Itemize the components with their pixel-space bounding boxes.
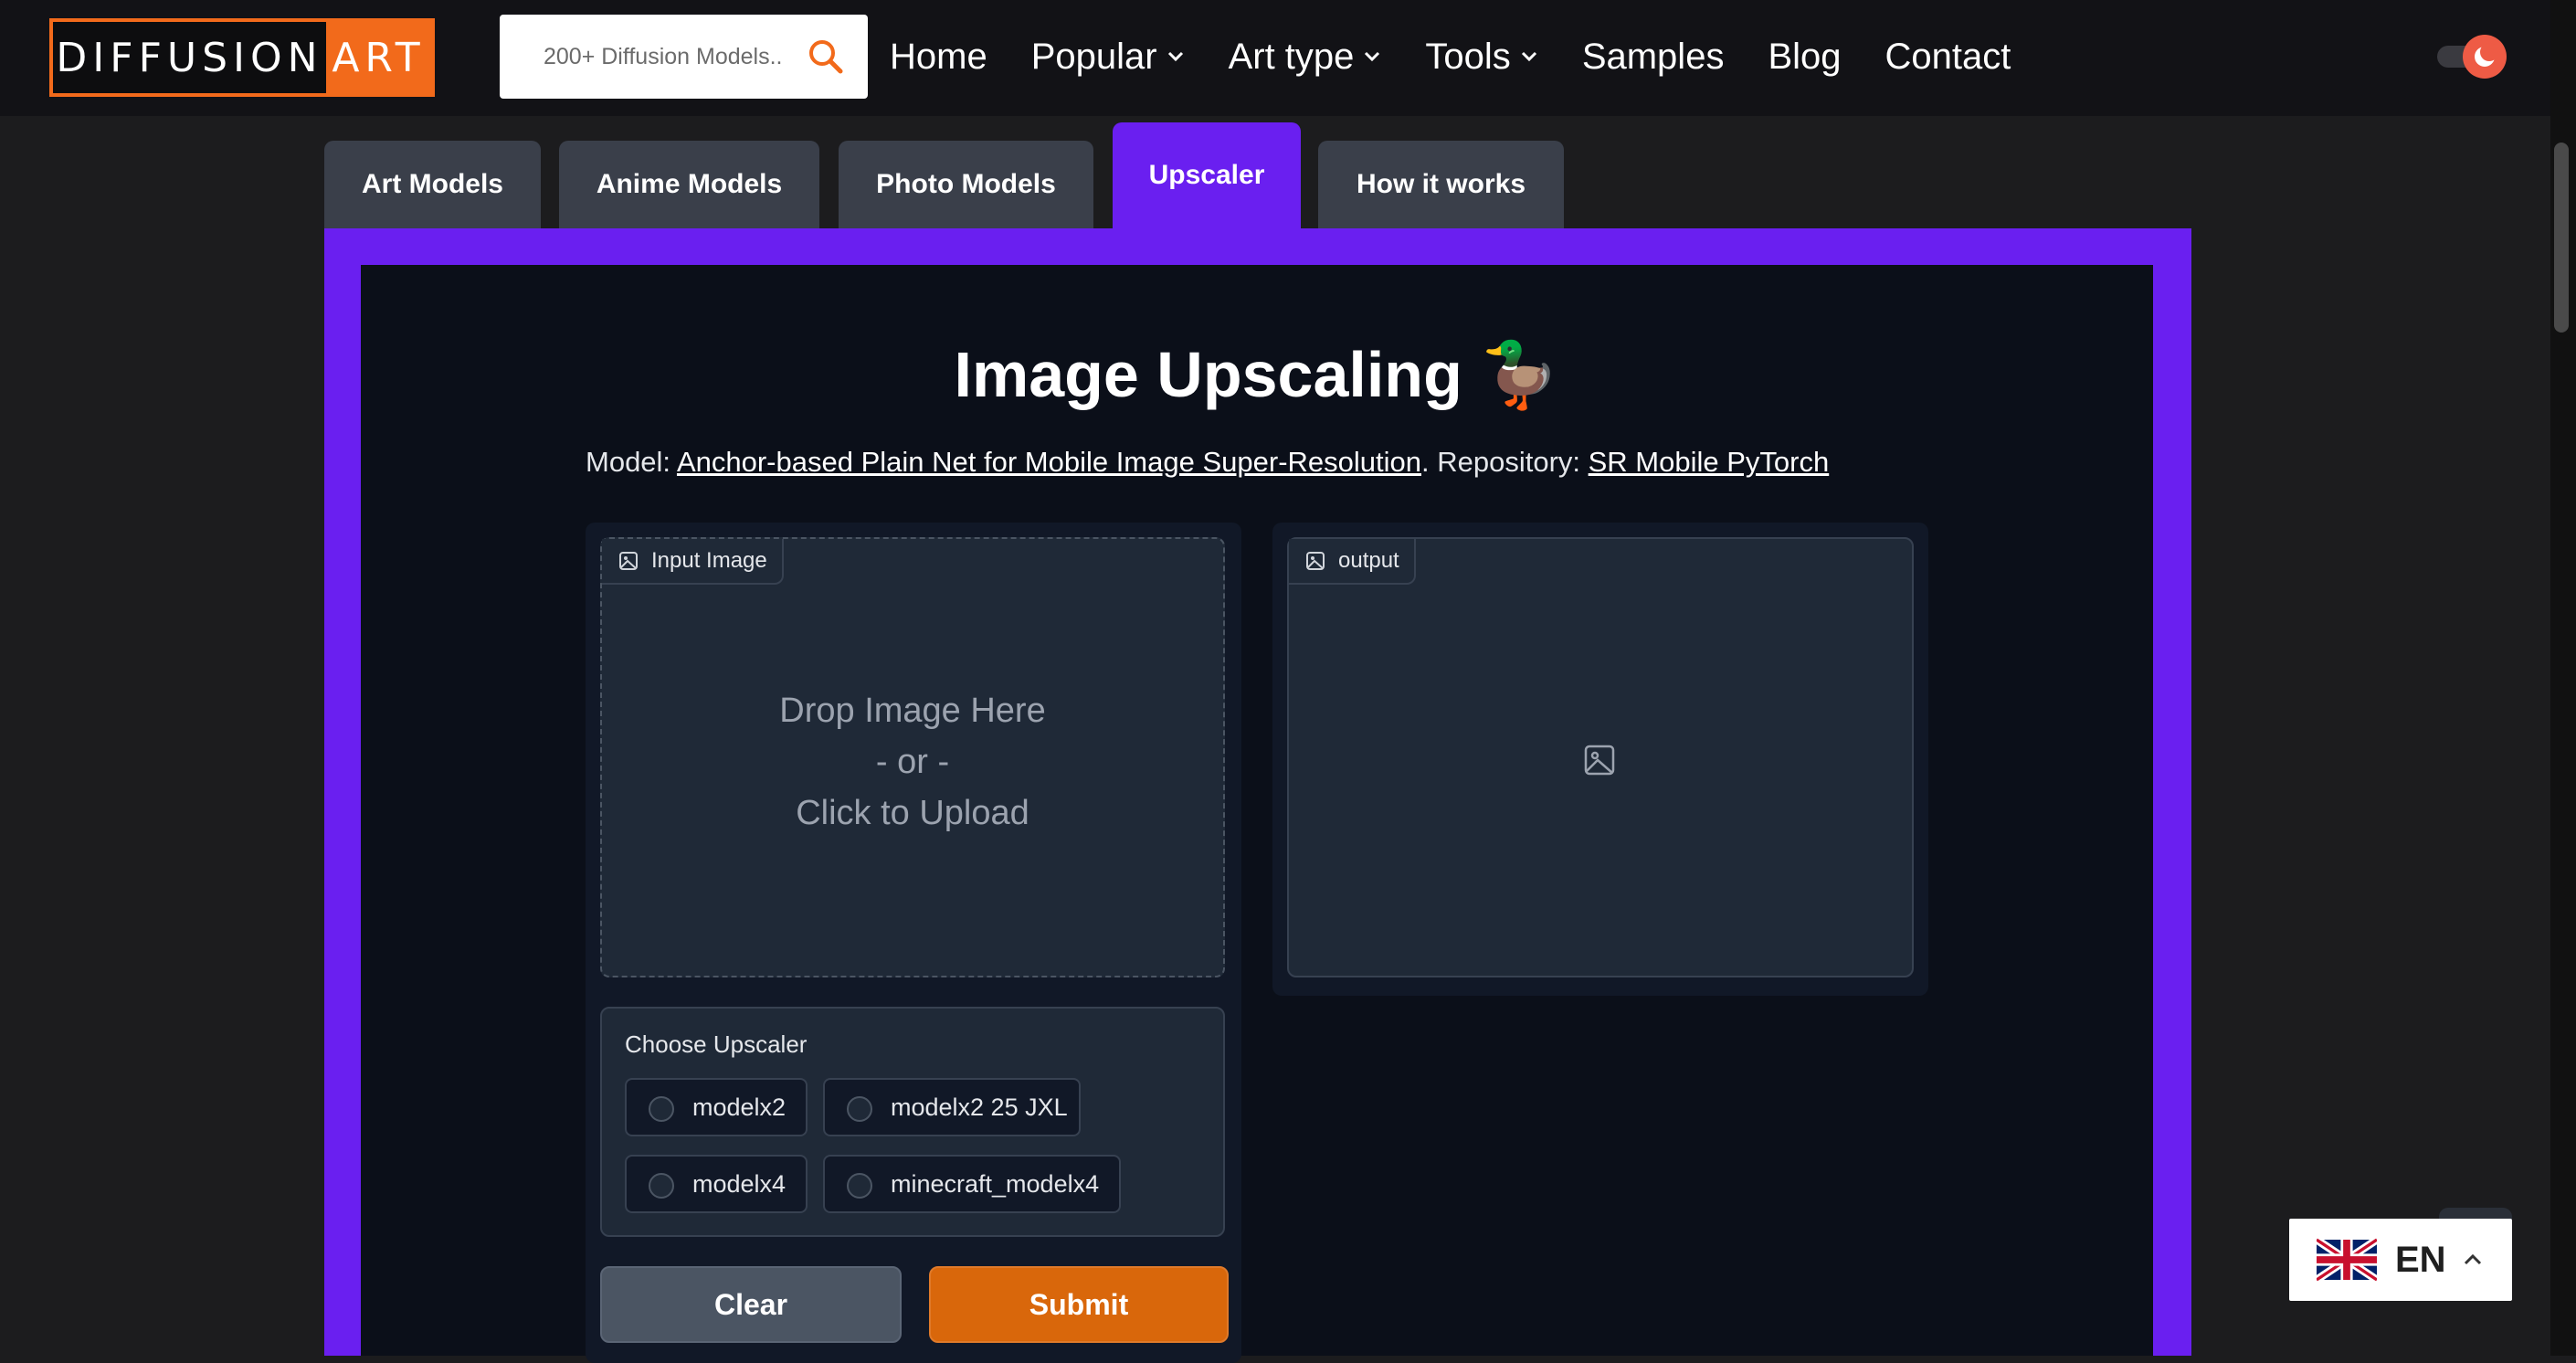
upscaler-app: Image Upscaling 🦆 Model: Anchor-based Pl… xyxy=(361,265,2153,1363)
nav-tools-label: Tools xyxy=(1425,36,1511,77)
nav-samples-label: Samples xyxy=(1581,36,1725,77)
upscaler-frame: Image Upscaling 🦆 Model: Anchor-based Pl… xyxy=(324,228,2191,1363)
repo-prefix: . Repository: xyxy=(1421,446,1589,478)
nav-contact-label: Contact xyxy=(1884,36,2011,77)
radio-modelx2[interactable]: modelx2 xyxy=(625,1078,808,1136)
search-input[interactable] xyxy=(542,28,801,85)
nav-popular[interactable]: Popular xyxy=(1031,37,1185,78)
radio-circle xyxy=(649,1173,674,1199)
dark-mode-toggle[interactable] xyxy=(2437,35,2508,79)
nav-home-label: Home xyxy=(890,36,987,77)
upscaler-title: Choose Upscaler xyxy=(625,1030,808,1058)
site-header: DIFFUSION ART Home Popular Art type Tool… xyxy=(0,0,2550,116)
input-image-label: Input Image xyxy=(602,539,784,585)
input-image-label-text: Input Image xyxy=(651,548,767,573)
chevron-up-icon xyxy=(2464,1253,2481,1265)
nav-blog-label: Blog xyxy=(1768,36,1842,77)
logo-text-left: DIFFUSION xyxy=(56,34,323,81)
radio-modelx2-25-jxl[interactable]: modelx2 25 JXL xyxy=(823,1078,1081,1136)
tab-art-models[interactable]: Art Models xyxy=(324,141,541,228)
submit-button[interactable]: Submit xyxy=(929,1266,1229,1343)
model-info: Model: Anchor-based Plain Net for Mobile… xyxy=(586,446,1829,479)
chevron-down-icon xyxy=(1167,51,1183,62)
nav-art-type[interactable]: Art type xyxy=(1229,37,1382,78)
nav-tools[interactable]: Tools xyxy=(1425,37,1537,78)
language-code: EN xyxy=(2395,1239,2446,1280)
model-link[interactable]: Anchor-based Plain Net for Mobile Image … xyxy=(677,446,1421,478)
nav-popular-label: Popular xyxy=(1030,36,1157,77)
site-logo[interactable]: DIFFUSION ART xyxy=(49,18,435,97)
page-title: Image Upscaling 🦆 xyxy=(954,339,1560,410)
radio-label: minecraft_modelx4 xyxy=(891,1169,1100,1198)
nav-contact[interactable]: Contact xyxy=(1885,37,2011,78)
image-icon xyxy=(619,552,638,570)
main-nav: Home Popular Art type Tools Samples Blog… xyxy=(890,0,2011,113)
upload-prompt: Drop Image Here - or - Click to Upload xyxy=(602,685,1223,839)
nav-blog[interactable]: Blog xyxy=(1768,37,1841,78)
moon-icon xyxy=(2463,35,2507,79)
output-label-text: output xyxy=(1338,548,1399,573)
output-image: output xyxy=(1287,537,1914,977)
upscaler-options: Choose Upscaler modelx2 modelx2 25 JXL m… xyxy=(600,1007,1225,1237)
scrollbar-thumb[interactable] xyxy=(2554,143,2569,333)
model-prefix: Model: xyxy=(586,446,677,478)
chevron-down-icon xyxy=(1521,51,1536,62)
radio-minecraft-modelx4[interactable]: minecraft_modelx4 xyxy=(823,1155,1121,1213)
page-scrollbar[interactable] xyxy=(2550,0,2576,1356)
tab-photo-models[interactable]: Photo Models xyxy=(839,141,1093,228)
tab-upscaler[interactable]: Upscaler xyxy=(1113,122,1301,228)
radio-label: modelx2 xyxy=(692,1093,787,1121)
language-switcher[interactable]: EN xyxy=(2289,1219,2512,1301)
radio-label: modelx4 xyxy=(692,1169,787,1198)
search-box xyxy=(500,15,868,99)
search-icon[interactable] xyxy=(808,38,844,75)
drop-line-3: Click to Upload xyxy=(796,794,1029,832)
radio-circle xyxy=(649,1096,674,1122)
nav-samples[interactable]: Samples xyxy=(1582,37,1725,78)
drop-line-2: - or - xyxy=(875,743,950,781)
radio-circle xyxy=(847,1096,872,1122)
radio-circle xyxy=(847,1173,872,1199)
nav-art-type-label: Art type xyxy=(1228,36,1355,77)
radio-label: modelx2 25 JXL xyxy=(891,1093,1068,1121)
repository-link[interactable]: SR Mobile PyTorch xyxy=(1589,446,1830,478)
tab-how-it-works[interactable]: How it works xyxy=(1318,141,1564,228)
radio-modelx4[interactable]: modelx4 xyxy=(625,1155,808,1213)
drop-line-1: Drop Image Here xyxy=(779,692,1046,730)
logo-text-right: ART xyxy=(326,22,431,93)
tab-anime-models[interactable]: Anime Models xyxy=(559,141,819,228)
chevron-down-icon xyxy=(1365,51,1380,62)
image-placeholder-icon xyxy=(1584,745,1615,776)
image-dropzone[interactable]: Input Image Drop Image Here - or - Click… xyxy=(600,537,1225,977)
clear-button[interactable]: Clear xyxy=(600,1266,902,1343)
image-icon xyxy=(1306,552,1325,570)
output-label: output xyxy=(1289,539,1416,585)
uk-flag-icon xyxy=(2317,1236,2377,1284)
nav-home[interactable]: Home xyxy=(890,37,987,78)
